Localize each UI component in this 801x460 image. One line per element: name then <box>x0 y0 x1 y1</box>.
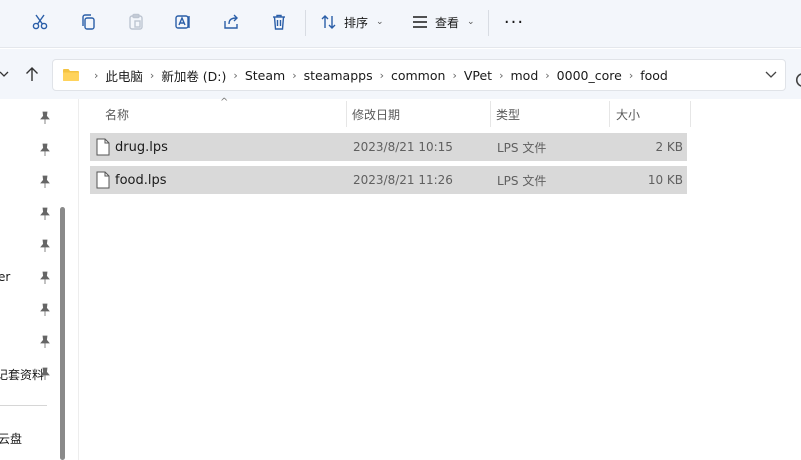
view-label: 查看 <box>435 15 460 30</box>
file-size: 2 KB <box>655 140 683 154</box>
breadcrumb-chevron-icon: › <box>545 68 550 82</box>
breadcrumb: › 此电脑 › 新加卷 (D:) › Steam › steamapps › c… <box>87 60 668 90</box>
breadcrumb-item[interactable]: VPet <box>464 68 492 83</box>
delete-icon[interactable] <box>263 8 295 36</box>
breadcrumb-item[interactable]: food <box>640 68 668 83</box>
sort-button[interactable]: 排序 ⌄ <box>320 9 384 35</box>
chevron-down-icon[interactable] <box>0 61 10 87</box>
pin-icon <box>40 143 50 156</box>
navigation-pane: er 记套资料 云盘 <box>0 99 78 460</box>
breadcrumb-item[interactable]: Steam <box>245 68 285 83</box>
sort-ascending-icon: ^ <box>220 97 229 108</box>
breadcrumb-item[interactable]: 此电脑 <box>105 66 143 85</box>
pin-icon <box>40 111 50 124</box>
file-type: LPS 文件 <box>497 173 547 188</box>
sidebar-divider <box>0 405 47 406</box>
breadcrumb-item[interactable]: steamapps <box>304 68 373 83</box>
sidebar-item-label[interactable]: 云盘 <box>0 430 22 447</box>
sort-icon <box>321 15 336 29</box>
breadcrumb-chevron-icon: › <box>94 68 99 82</box>
file-date: 2023/8/21 10:15 <box>353 140 453 154</box>
breadcrumb-chevron-icon: › <box>292 68 297 82</box>
file-size: 10 KB <box>647 173 683 187</box>
breadcrumb-chevron-icon: › <box>499 68 504 82</box>
breadcrumb-item[interactable]: mod <box>511 68 539 83</box>
file-name: drug.lps <box>115 139 168 155</box>
table-row[interactable]: drug.lps 2023/8/21 10:15 LPS 文件 2 KB <box>90 133 687 161</box>
toolbar-divider <box>488 10 489 36</box>
column-divider[interactable] <box>490 101 491 127</box>
share-icon[interactable] <box>215 8 247 36</box>
column-divider[interactable] <box>346 101 347 127</box>
breadcrumb-chevron-icon: › <box>149 68 155 82</box>
sidebar-scrollbar[interactable] <box>60 207 65 460</box>
pin-icon <box>40 367 50 380</box>
address-row: › 此电脑 › 新加卷 (D:) › Steam › steamapps › c… <box>0 49 801 99</box>
pin-icon <box>40 175 50 188</box>
column-header-type[interactable]: 类型 <box>496 99 520 129</box>
sidebar-item-label[interactable]: 记套资料 <box>0 366 44 383</box>
breadcrumb-item[interactable]: 新加卷 (D:) <box>161 66 226 85</box>
breadcrumb-chevron-icon: › <box>233 68 238 82</box>
breadcrumb-chevron-icon: › <box>379 68 384 82</box>
file-list: ^ 名称 修改日期 类型 大小 drug.lps 2023/8/21 10:15… <box>78 97 801 460</box>
search-icon[interactable] <box>793 66 801 94</box>
chevron-down-icon: ⌄ <box>467 17 475 27</box>
breadcrumb-item[interactable]: common <box>391 68 445 83</box>
column-header-name[interactable]: 名称 <box>105 99 129 129</box>
pin-icon <box>40 271 50 284</box>
address-dropdown-icon[interactable] <box>765 68 777 83</box>
command-bar: 排序 ⌄ 查看 ⌄ ··· <box>0 0 801 48</box>
sidebar-item-label[interactable]: er <box>0 270 10 284</box>
toolbar-divider <box>305 10 306 36</box>
rename-icon[interactable] <box>167 8 199 36</box>
column-divider[interactable] <box>609 101 610 127</box>
cut-icon[interactable] <box>24 8 56 36</box>
breadcrumb-chevron-icon: › <box>628 68 634 82</box>
file-date: 2023/8/21 11:26 <box>353 173 453 187</box>
copy-icon[interactable] <box>72 8 104 36</box>
column-header-row: ^ 名称 修改日期 类型 大小 <box>79 97 801 129</box>
chevron-down-icon: ⌄ <box>376 17 384 27</box>
view-button[interactable]: 查看 ⌄ <box>411 9 475 35</box>
pin-icon <box>40 303 50 316</box>
file-type: LPS 文件 <box>497 140 547 155</box>
pin-icon <box>40 335 50 348</box>
up-arrow-icon[interactable] <box>22 61 42 87</box>
more-options-icon[interactable]: ··· <box>502 8 526 36</box>
paste-icon[interactable] <box>120 8 152 36</box>
file-icon <box>96 138 110 156</box>
file-icon <box>96 171 110 189</box>
column-divider[interactable] <box>690 101 691 127</box>
view-icon <box>413 16 427 28</box>
breadcrumb-chevron-icon: › <box>452 68 457 82</box>
folder-icon <box>63 69 79 81</box>
column-header-size[interactable]: 大小 <box>616 99 640 129</box>
pin-icon <box>40 207 50 220</box>
file-name: food.lps <box>115 172 167 188</box>
pin-icon <box>40 239 50 252</box>
column-header-date[interactable]: 修改日期 <box>352 99 400 129</box>
address-bar[interactable]: › 此电脑 › 新加卷 (D:) › Steam › steamapps › c… <box>52 59 786 91</box>
table-row[interactable]: food.lps 2023/8/21 11:26 LPS 文件 10 KB <box>90 166 687 194</box>
breadcrumb-item[interactable]: 0000_core <box>557 68 622 83</box>
sort-label: 排序 <box>344 15 369 30</box>
